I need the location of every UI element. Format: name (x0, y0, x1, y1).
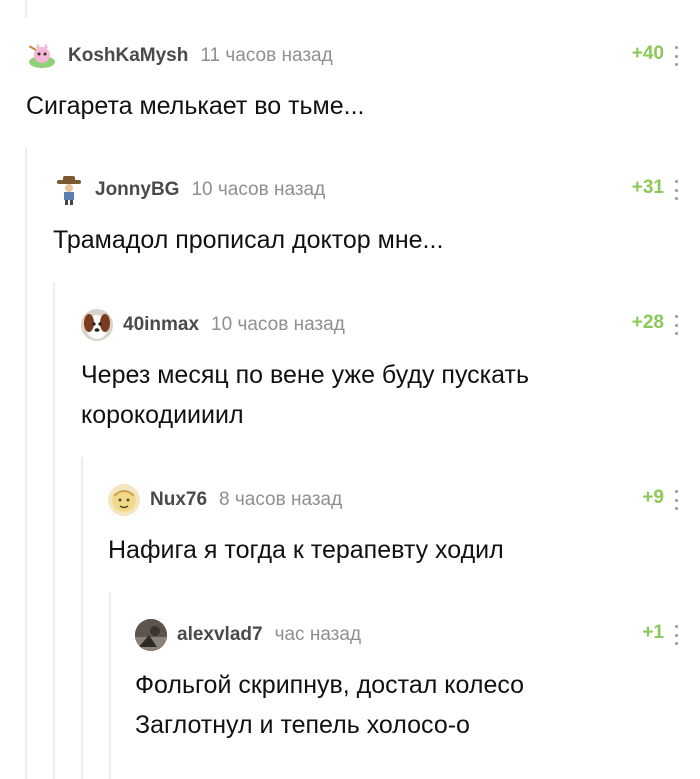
thread-line (53, 282, 55, 779)
comment-time[interactable]: 8 часов назад (219, 489, 342, 511)
comment-header: JonnyBG 10 часов назад +31 (53, 174, 700, 206)
more-options-icon[interactable] (674, 625, 678, 645)
comment-rating: +9 (642, 487, 664, 508)
comment-time[interactable]: 11 часов назад (200, 45, 332, 67)
comment-text-line: Заглотнул и тепель холосо-о (135, 711, 470, 739)
comment: JonnyBG 10 часов назад +31 Трамадол проп… (53, 174, 700, 260)
comment: alexvlad7 час назад +1 Фольгой скрипнув,… (135, 619, 700, 745)
cat-mouse-avatar-icon[interactable] (26, 40, 58, 72)
comment-author[interactable]: 40inmax (123, 314, 199, 336)
more-options-icon[interactable] (674, 46, 678, 66)
photo-avatar-icon[interactable] (135, 619, 167, 651)
comment-time[interactable]: час назад (275, 624, 361, 646)
comment-text-line: Трамадол прописал доктор мне... (53, 226, 444, 254)
comment-author[interactable]: JonnyBG (95, 179, 179, 201)
comment-text-line: Через месяц по вене уже буду пускать (81, 361, 529, 389)
comment-author[interactable]: alexvlad7 (177, 624, 263, 646)
comment-rating: +1 (642, 622, 664, 643)
comment-text: Нафига я тогда к терапевту ходил (108, 530, 700, 570)
comment-rating: +28 (631, 312, 664, 333)
more-options-icon[interactable] (674, 490, 678, 510)
comment-text: Трамадол прописал доктор мне... (53, 220, 700, 260)
cartoon-face-avatar-icon[interactable] (108, 484, 140, 516)
comment-time[interactable]: 10 часов назад (211, 314, 345, 336)
comment-text-line: Фольгой скрипнув, достал колесо (135, 671, 525, 699)
thread-line (25, 0, 27, 18)
thread-line (25, 148, 27, 779)
comment-text-line: Сигарета мелькает во тьме... (26, 92, 365, 120)
comment-author[interactable]: Nux76 (150, 489, 207, 511)
comment: KoshKaMysh 11 часов назад +40 Сигарета м… (26, 40, 700, 126)
comment-text: Сигарета мелькает во тьме... (26, 86, 700, 126)
comment: 40inmax 10 часов назад +28 Через месяц п… (81, 309, 700, 435)
comment-header: 40inmax 10 часов назад +28 (81, 309, 700, 341)
comment-text-line: корокодиииил (81, 401, 244, 429)
more-options-icon[interactable] (674, 180, 678, 200)
comment-text: Фольгой скрипнув, достал колесо Заглотну… (135, 665, 700, 745)
comment-rating: +31 (631, 177, 664, 198)
comment-author[interactable]: KoshKaMysh (68, 45, 188, 67)
comment: Nux76 8 часов назад +9 Нафига я тогда к … (108, 484, 700, 570)
comment-rating: +40 (631, 43, 664, 64)
comment-text: Через месяц по вене уже буду пускать кор… (81, 355, 700, 435)
dog-avatar-icon[interactable] (81, 309, 113, 341)
thread-line (109, 592, 111, 779)
comment-header: KoshKaMysh 11 часов назад +40 (26, 40, 700, 72)
thread-line (81, 457, 83, 779)
more-options-icon[interactable] (674, 315, 678, 335)
comment-time[interactable]: 10 часов назад (191, 179, 325, 201)
comment-header: alexvlad7 час назад +1 (135, 619, 700, 651)
cowboy-avatar-icon[interactable] (53, 174, 85, 206)
comment-header: Nux76 8 часов назад +9 (108, 484, 700, 516)
comment-text-line: Нафига я тогда к терапевту ходил (108, 536, 504, 564)
